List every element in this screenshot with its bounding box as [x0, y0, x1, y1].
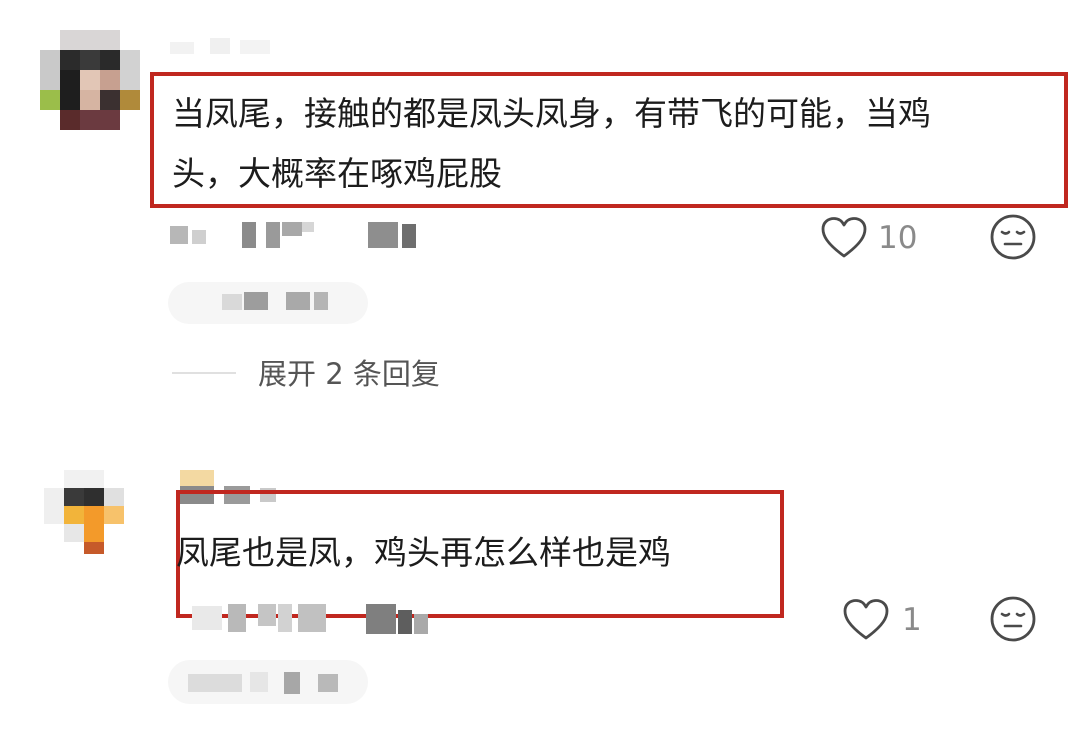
- comment-text-line-2: 头，大概率在啄鸡屁股: [172, 154, 502, 193]
- reply-button[interactable]: [168, 660, 368, 704]
- like-button[interactable]: 10: [820, 214, 930, 262]
- neutral-face-icon[interactable]: [988, 212, 1038, 262]
- avatar[interactable]: [40, 30, 140, 130]
- like-count: 10: [878, 220, 918, 256]
- like-count: 1: [902, 602, 922, 638]
- comment-meta: [170, 218, 440, 252]
- like-button[interactable]: 1: [842, 596, 932, 644]
- avatar[interactable]: [44, 470, 134, 560]
- heart-outline-icon: [821, 217, 867, 258]
- comment-text-line-1: 当凤尾，接触的都是凤头凤身，有带飞的可能，当鸡: [172, 94, 931, 133]
- neutral-face-icon[interactable]: [988, 594, 1038, 644]
- expand-replies-button[interactable]: 展开 2 条回复: [258, 356, 440, 392]
- heart-outline-icon: [843, 599, 889, 640]
- username[interactable]: [170, 38, 280, 58]
- comment-meta: [192, 600, 442, 640]
- comment-text-line-1: 凤尾也是凤，鸡头再怎么样也是鸡: [176, 533, 671, 572]
- expand-divider: [172, 372, 236, 374]
- reply-button[interactable]: [168, 282, 368, 324]
